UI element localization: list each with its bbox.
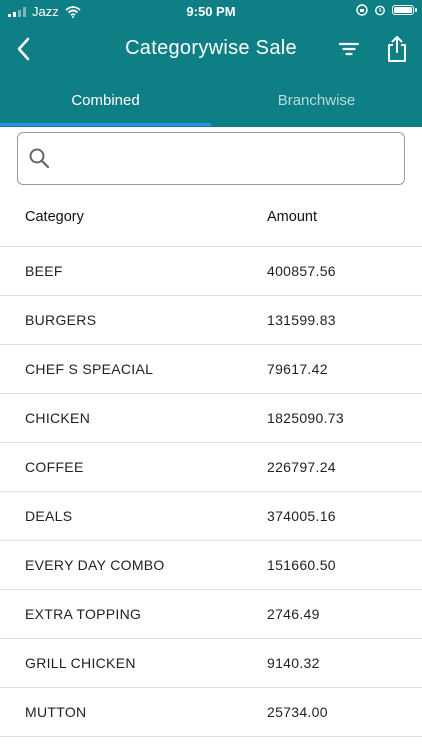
table-row[interactable]: MUTTON 25734.00: [0, 688, 422, 737]
amount-cell: 131599.83: [267, 312, 336, 328]
category-cell: GRILL CHICKEN: [25, 655, 136, 671]
table-row[interactable]: CHEF S SPEACIAL 79617.42: [0, 345, 422, 394]
amount-cell: 25734.00: [267, 704, 328, 720]
table-row[interactable]: CHICKEN 1825090.73: [0, 394, 422, 443]
amount-cell: 400857.56: [267, 263, 336, 279]
search-box[interactable]: [17, 132, 405, 185]
table-row[interactable]: EVERY DAY COMBO 151660.50: [0, 541, 422, 590]
nav-bar: Categorywise Sale: [0, 26, 422, 74]
search-input[interactable]: [62, 143, 396, 175]
amount-cell: 226797.24: [267, 459, 336, 475]
category-cell: DEALS: [25, 508, 73, 524]
amount-cell: 79617.42: [267, 361, 328, 377]
table-row[interactable]: COFFEE 226797.24: [0, 443, 422, 492]
table-row[interactable]: BEEF 400857.56: [0, 247, 422, 296]
category-cell: CHEF S SPEACIAL: [25, 361, 154, 377]
share-icon[interactable]: [384, 34, 410, 64]
category-cell: COFFEE: [25, 459, 84, 475]
category-cell: BURGERS: [25, 312, 97, 328]
battery-icon: [392, 5, 417, 15]
category-cell: MUTTON: [25, 704, 87, 720]
orientation-lock-icon: [356, 4, 368, 16]
category-cell: BEEF: [25, 263, 63, 279]
table-row[interactable]: DEALS 374005.16: [0, 492, 422, 541]
amount-cell: 151660.50: [267, 557, 336, 573]
filter-icon[interactable]: [336, 36, 362, 62]
tab-bar: Combined Branchwise: [0, 80, 422, 127]
table-row[interactable]: GRILL CHICKEN 9140.32: [0, 639, 422, 688]
column-header-amount: Amount: [267, 209, 317, 225]
category-cell: CHICKEN: [25, 410, 91, 426]
alarm-icon: [375, 5, 385, 16]
table-row[interactable]: EXTRA TOPPING 2746.49: [0, 590, 422, 639]
table-header: Category Amount: [0, 197, 422, 247]
column-header-category: Category: [25, 209, 84, 225]
table-row[interactable]: BURGERS 131599.83: [0, 296, 422, 345]
category-cell: EXTRA TOPPING: [25, 606, 142, 622]
status-bar: Jazz 9:50 PM: [0, 0, 422, 24]
tab-branchwise[interactable]: Branchwise: [211, 80, 422, 127]
category-cell: EVERY DAY COMBO: [25, 557, 165, 573]
amount-cell: 374005.16: [267, 508, 336, 524]
amount-cell: 2746.49: [267, 606, 320, 622]
tab-combined[interactable]: Combined: [0, 80, 211, 127]
amount-cell: 9140.32: [267, 655, 320, 671]
app-header: Jazz 9:50 PM Categorywise Sale Combined …: [0, 0, 422, 127]
amount-cell: 1825090.73: [267, 410, 344, 426]
search-icon: [29, 148, 50, 169]
table-body: BEEF 400857.56 BURGERS 131599.83 CHEF S SP…: [0, 247, 422, 737]
active-tab-indicator: [0, 123, 211, 126]
